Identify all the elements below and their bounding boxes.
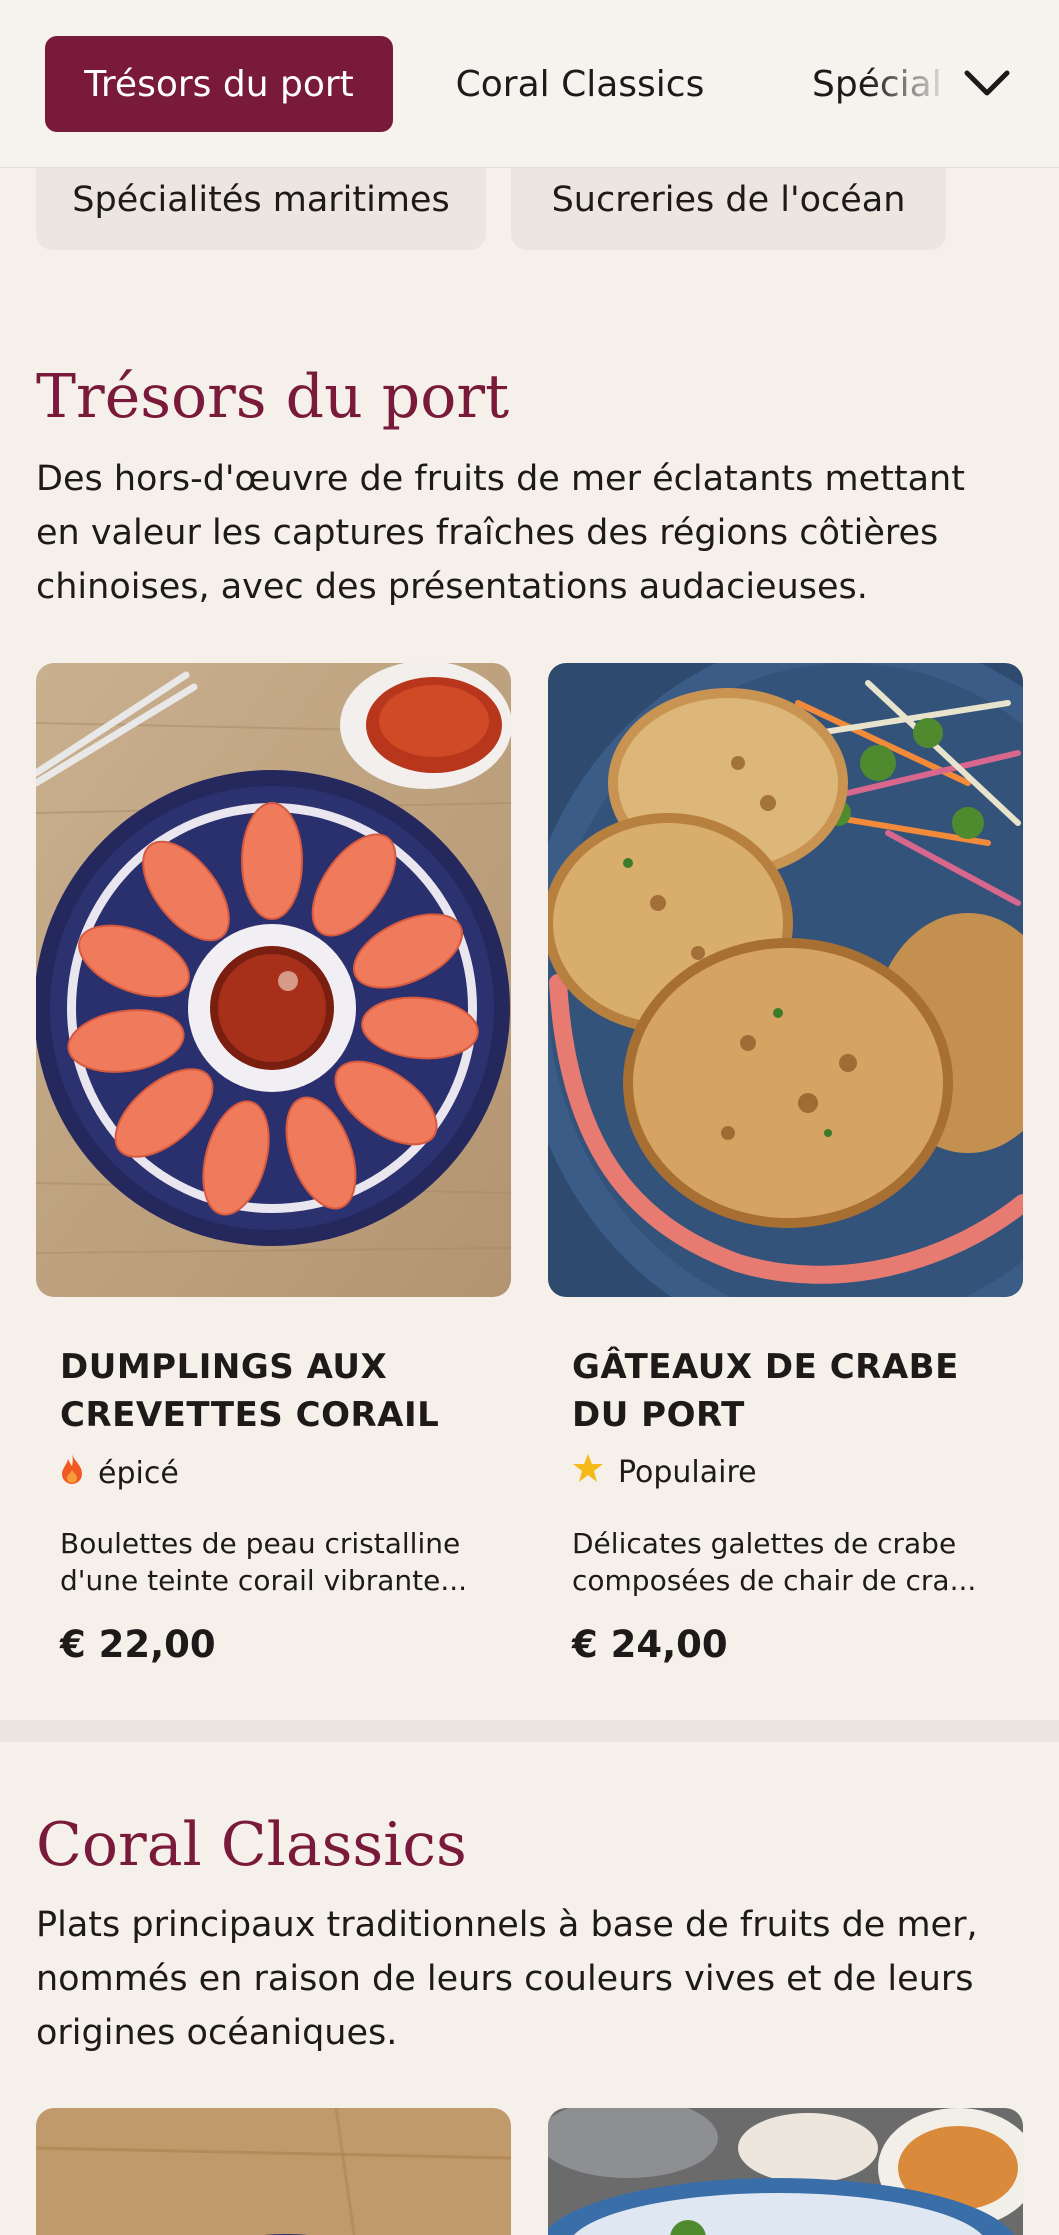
- flame-icon: [60, 1453, 84, 1493]
- category-nav: Trésors du port Coral Classics Spécial: [0, 0, 1059, 168]
- dish-tag-label: Populaire: [618, 1454, 757, 1490]
- dish-name: GÂTEAUX DE CRABE DU PORT: [572, 1347, 959, 1435]
- star-icon: [572, 1453, 604, 1491]
- dish-description: Boulettes de peau cristalline d'une tein…: [60, 1527, 468, 1597]
- dish-image-coral-dumplings: [36, 663, 511, 1297]
- dish-price: € 24,00: [572, 1623, 728, 1666]
- dish-tag-label: épicé: [98, 1455, 179, 1491]
- section-divider: [0, 1720, 1059, 1742]
- dish-image[interactable]: [36, 2108, 511, 2235]
- dish-tag: épicé: [60, 1453, 179, 1493]
- tab-tresors-du-port[interactable]: Trésors du port: [45, 36, 393, 132]
- chevron-down-icon[interactable]: [955, 52, 1019, 116]
- dish-price: € 22,00: [60, 1623, 216, 1666]
- section-title: Trésors du port: [36, 362, 510, 432]
- section-description: Des hors-d'œuvre de fruits de mer éclata…: [36, 459, 965, 607]
- section-title: Coral Classics: [36, 1810, 467, 1880]
- dish-image[interactable]: [548, 2108, 1023, 2235]
- dish-image-crab-cakes: [548, 663, 1023, 1297]
- section-description: Plats principaux traditionnels à base de…: [36, 1905, 978, 2053]
- tab-coral-classics[interactable]: Coral Classics: [440, 36, 720, 132]
- dish-name: DUMPLINGS AUX CREVETTES CORAIL: [60, 1347, 440, 1435]
- tab-specialites[interactable]: Spécial: [812, 36, 952, 132]
- dish-tag: Populaire: [572, 1453, 757, 1491]
- dish-description: Délicates galettes de crabe composées de…: [572, 1527, 977, 1597]
